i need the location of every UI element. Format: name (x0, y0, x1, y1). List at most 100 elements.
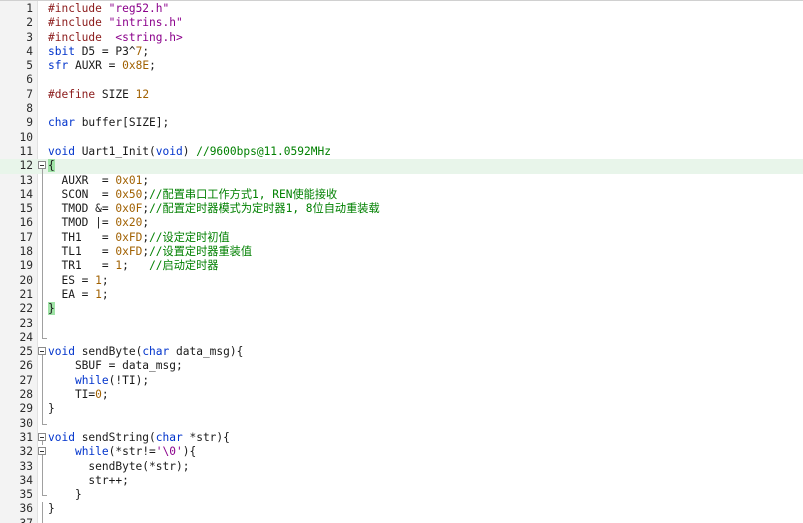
code-token-num: 0 (95, 388, 102, 402)
code-line[interactable]: 34 str++; (0, 473, 803, 489)
code-line[interactable]: 25 void sendByte(char data_msg){ (0, 345, 803, 360)
code-line[interactable]: 20 ES = 1; (0, 273, 803, 288)
code-text[interactable]: } (48, 402, 55, 416)
fold-guide (38, 373, 47, 389)
code-text[interactable]: void sendString(char *str){ (48, 431, 230, 445)
code-text[interactable]: sfr AUXR = 0x8E; (48, 59, 156, 73)
editor-top-border (0, 0, 803, 1)
fold-toggle-icon[interactable] (38, 345, 47, 360)
code-text[interactable]: SCON = 0x50;//配置串口工作方式1, REN使能接收 (48, 188, 337, 202)
fold-guide (38, 402, 47, 417)
code-text[interactable]: sbit D5 = P3^7; (48, 45, 149, 59)
code-line[interactable]: 37 (0, 516, 803, 523)
fold-toggle-icon[interactable] (38, 445, 47, 460)
code-text[interactable]: void sendByte(char data_msg){ (48, 345, 243, 359)
code-token-txt: buffer[SIZE]; (74, 116, 170, 130)
code-text[interactable]: char buffer[SIZE]; (48, 116, 169, 130)
code-line[interactable]: 3 #include <string.h> (0, 31, 803, 45)
line-number: 32 (19, 445, 33, 459)
code-text[interactable]: ES = 1; (48, 273, 108, 288)
code-line[interactable]: 5 sfr AUXR = 0x8E; (0, 59, 803, 73)
code-lines[interactable]: 1 #include "reg52.h" 2 #include "intrins.h"… (0, 2, 803, 523)
code-token-num: 0xFD (115, 230, 143, 244)
code-text[interactable]: { (48, 159, 55, 173)
code-line[interactable]: 18 TL1 = 0xFD;//设置定时器重装值 (0, 245, 803, 260)
code-line[interactable]: 23 (0, 316, 803, 331)
code-text[interactable]: TMOD &= 0x0F;//配置定时器模式为定时器1, 8位自动重装载 (48, 202, 379, 216)
code-text[interactable]: while(!TI); (48, 374, 149, 388)
code-text[interactable]: } (48, 302, 55, 316)
line-number: 4 (26, 44, 33, 58)
code-line[interactable]: 13 AUXR = 0x01; (0, 173, 803, 188)
code-line[interactable]: 26 SBUF = data_msg; (0, 359, 803, 374)
code-text[interactable]: #define SIZE 12 (48, 88, 149, 102)
code-line[interactable]: 16 TMOD |= 0x20; (0, 216, 803, 231)
code-line[interactable]: 8 (0, 102, 803, 116)
code-line[interactable]: 14 SCON = 0x50;//配置串口工作方式1, REN使能接收 (0, 187, 803, 203)
code-line[interactable]: 35 } (0, 488, 803, 502)
code-token-txt: (!TI); (108, 373, 150, 387)
fold-guide (38, 502, 47, 517)
code-line[interactable]: 36} (0, 502, 803, 517)
code-line[interactable]: 28 TI=0; (0, 388, 803, 403)
code-text[interactable]: void Uart1_Init(void) //9600bps@11.0592M… (48, 145, 331, 159)
code-token-txt: ; (142, 216, 150, 230)
code-token-kw: sbit (48, 44, 75, 58)
code-line[interactable]: 10 (0, 131, 803, 145)
code-text[interactable]: while(*str!='\0'){ (48, 445, 196, 459)
line-number: 29 (19, 402, 33, 416)
code-text[interactable]: #include "reg52.h" (48, 2, 169, 16)
code-line[interactable]: 24 (0, 330, 803, 345)
code-token-txt: TMOD |= (48, 216, 116, 230)
line-number: 36 (19, 502, 33, 516)
code-token-txt: AUXR = (48, 173, 116, 187)
code-text[interactable]: TH1 = 0xFD;//设定定时初值 (48, 230, 229, 245)
code-line[interactable]: 22} (0, 302, 803, 317)
code-token-txt: data_msg){ (169, 345, 244, 359)
code-line[interactable]: 12 { (0, 159, 803, 174)
code-line[interactable]: 6 (0, 73, 803, 87)
line-number: 9 (26, 116, 33, 130)
code-text[interactable]: TL1 = 0xFD;//设置定时器重装值 (48, 245, 252, 259)
line-number: 33 (19, 459, 33, 473)
code-line[interactable]: 9 char buffer[SIZE]; (0, 116, 803, 130)
fold-toggle-icon[interactable] (38, 159, 47, 174)
code-text[interactable]: TMOD |= 0x20; (48, 216, 149, 230)
code-token-txt: EA = (48, 287, 96, 301)
code-line[interactable]: 29} (0, 402, 803, 417)
code-text[interactable]: TI=0; (48, 388, 109, 402)
code-editor[interactable]: 1 #include "reg52.h" 2 #include "intrins.h"… (0, 0, 803, 523)
code-text[interactable]: str++; (48, 474, 128, 488)
code-text[interactable]: #include <string.h> (48, 31, 183, 45)
code-line[interactable]: 4 sbit D5 = P3^7; (0, 45, 803, 59)
code-text[interactable]: } (48, 488, 82, 502)
fold-toggle-icon[interactable] (38, 431, 47, 446)
line-number: 11 (19, 144, 33, 158)
code-line[interactable]: 30 (0, 416, 803, 431)
code-line[interactable]: 27 while(!TI); (0, 373, 803, 389)
code-text[interactable]: AUXR = 0x01; (48, 174, 149, 188)
code-token-txt: TI= (48, 388, 96, 402)
code-text[interactable]: #include "intrins.h" (48, 16, 183, 30)
code-line[interactable]: 33 sendByte(*str); (0, 459, 803, 474)
code-text[interactable]: SBUF = data_msg; (48, 359, 183, 373)
code-text[interactable]: sendByte(*str); (48, 460, 189, 474)
line-number: 7 (26, 87, 33, 101)
code-line[interactable]: 32 while(*str!='\0'){ (0, 445, 803, 460)
code-token-txt: AUXR = (68, 59, 123, 73)
code-token-pp: #include (48, 16, 109, 30)
code-token-txt: ES = (48, 273, 96, 287)
code-line[interactable]: 1 #include "reg52.h" (0, 2, 803, 16)
code-line[interactable]: 19 TR1 = 1; //启动定时器 (0, 259, 803, 274)
code-line[interactable]: 17 TH1 = 0xFD;//设定定时初值 (0, 230, 803, 246)
code-line[interactable]: 15 TMOD &= 0x0F;//配置定时器模式为定时器1, 8位自动重装载 (0, 202, 803, 217)
code-text[interactable]: TR1 = 1; //启动定时器 (48, 259, 218, 273)
code-token-num: 0x0F (115, 202, 143, 216)
code-text[interactable]: } (48, 502, 55, 516)
code-line[interactable]: 11 void Uart1_Init(void) //9600bps@11.059… (0, 145, 803, 159)
code-text[interactable]: EA = 1; (48, 287, 108, 302)
code-line[interactable]: 31 void sendString(char *str){ (0, 431, 803, 446)
code-line[interactable]: 21 EA = 1; (0, 287, 803, 303)
code-line[interactable]: 2 #include "intrins.h" (0, 16, 803, 30)
code-line[interactable]: 7 #define SIZE 12 (0, 88, 803, 102)
